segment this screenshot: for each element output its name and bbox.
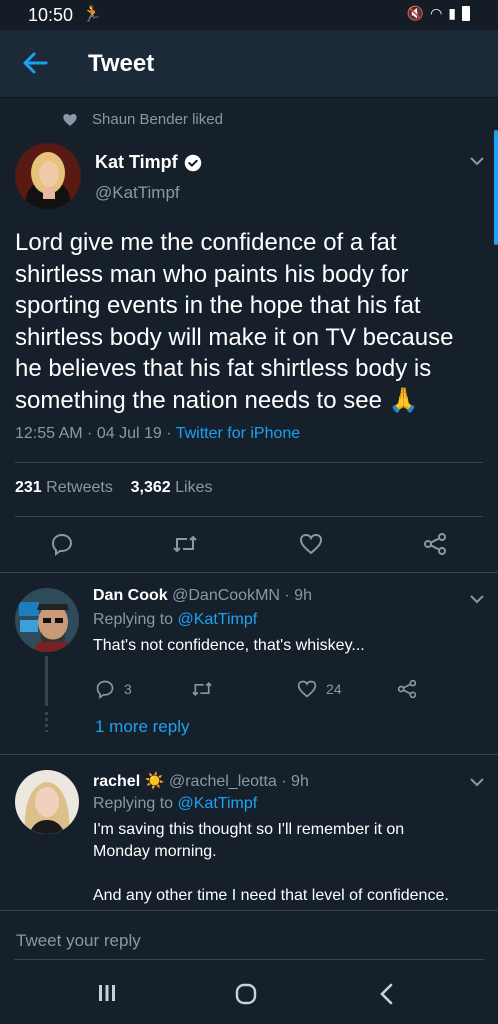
more-replies-link[interactable]: 1 more reply — [95, 717, 189, 737]
share-icon[interactable] — [423, 532, 447, 556]
replying-to-label: Replying to — [93, 795, 178, 812]
compose-bar: Tweet your reply — [0, 910, 498, 972]
thread-dots — [45, 712, 48, 732]
wifi-icon: ◠ — [430, 5, 443, 21]
divider — [0, 754, 498, 755]
page-title: Tweet — [88, 50, 155, 77]
tweet-stats: 231 Retweets 3,362 Likes — [15, 479, 213, 497]
app-bar: Tweet — [0, 30, 498, 98]
like-icon[interactable] — [299, 532, 323, 556]
recent-apps-icon[interactable] — [96, 983, 118, 1003]
retweet-icon[interactable] — [191, 679, 213, 699]
reply-input[interactable]: Tweet your reply — [16, 931, 141, 951]
status-icons: 🔇 ◠ ▮ — [407, 5, 470, 22]
signal-icon: ▮ — [448, 5, 456, 21]
reply-count: 3 — [124, 681, 132, 697]
replying-to-mention[interactable]: @KatTimpf — [178, 611, 258, 628]
reply-author-name[interactable]: Dan Cook — [93, 587, 168, 604]
reply-handle-time[interactable]: @DanCookMN · 9h — [172, 587, 312, 604]
replying-to-label: Replying to — [93, 611, 178, 628]
tweet-client-link[interactable]: Twitter for iPhone — [176, 425, 301, 442]
reply-author[interactable]: rachel ☀️ @rachel_leotta · 9h — [93, 771, 309, 791]
heart-icon — [63, 114, 77, 126]
retweets-label[interactable]: Retweets — [46, 479, 113, 496]
input-underline — [14, 959, 484, 960]
back-arrow-icon[interactable] — [20, 48, 50, 78]
divider — [0, 572, 498, 573]
back-icon[interactable] — [376, 982, 398, 1006]
system-nav-bar — [0, 966, 498, 1024]
verified-badge-icon — [184, 154, 201, 171]
replying-to-mention[interactable]: @KatTimpf — [178, 795, 258, 812]
divider — [15, 516, 483, 517]
social-context: Shaun Bender liked — [63, 111, 223, 128]
scrollbar[interactable] — [494, 130, 498, 245]
likes-label[interactable]: Likes — [175, 479, 212, 496]
thread-line — [45, 656, 48, 706]
chevron-down-icon[interactable] — [468, 592, 486, 606]
reply-text: I'm saving this thought so I'll remember… — [93, 821, 449, 904]
likes-count[interactable]: 3,362 — [131, 479, 171, 496]
like-icon[interactable] — [297, 679, 317, 699]
avatar[interactable] — [15, 143, 81, 209]
social-context-text: Shaun Bender liked — [92, 111, 223, 128]
reply-text: That's not confidence, that's whiskey... — [93, 637, 365, 654]
author-name[interactable]: Kat Timpf — [95, 152, 202, 173]
status-bar: 10:50 🏃 🔇 ◠ ▮ — [0, 0, 498, 30]
retweet-icon[interactable] — [172, 532, 198, 556]
divider — [15, 462, 483, 463]
author-handle[interactable]: @KatTimpf — [95, 183, 180, 203]
status-time: 10:50 — [28, 5, 74, 25]
like-count: 24 — [326, 681, 342, 697]
replying-to: Replying to @KatTimpf — [93, 795, 257, 813]
home-icon[interactable] — [234, 982, 258, 1006]
replying-to: Replying to @KatTimpf — [93, 611, 257, 629]
tweet-text: Lord give me the confidence of a fat shi… — [15, 229, 454, 414]
mute-icon: 🔇 — [406, 5, 425, 21]
reply-icon[interactable] — [95, 679, 115, 699]
avatar[interactable] — [15, 588, 79, 652]
reply-author-name[interactable]: rachel — [93, 773, 140, 790]
reply-author[interactable]: Dan Cook @DanCookMN · 9h — [93, 587, 312, 605]
retweets-count[interactable]: 231 — [15, 479, 42, 496]
share-icon[interactable] — [397, 679, 417, 699]
chevron-down-icon[interactable] — [468, 775, 486, 789]
tweet-timestamp: 12:55 AM · 04 Jul 19 · — [15, 425, 176, 442]
activity-icon: 🏃 — [82, 6, 102, 23]
sun-emoji-icon: ☀️ — [144, 773, 165, 790]
chevron-down-icon[interactable] — [468, 154, 486, 168]
battery-icon — [462, 6, 470, 21]
avatar[interactable] — [15, 770, 79, 834]
reply-handle-time[interactable]: @rachel_leotta · 9h — [169, 773, 309, 790]
reply-icon[interactable] — [50, 532, 74, 556]
tweet-meta: 12:55 AM · 04 Jul 19 · Twitter for iPhon… — [15, 425, 300, 443]
author-name-text[interactable]: Kat Timpf — [95, 152, 178, 173]
